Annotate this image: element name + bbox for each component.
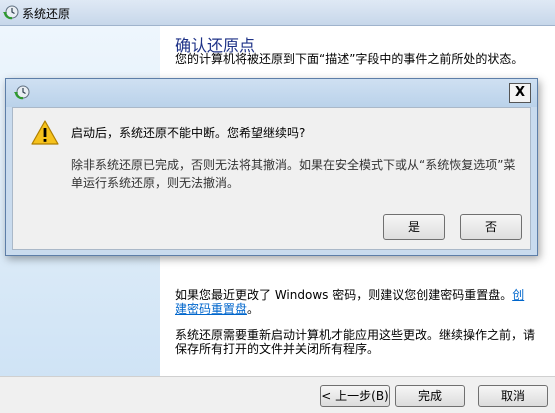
window-title: 系统还原 <box>22 7 71 21</box>
window-titlebar[interactable]: 系统还原 <box>0 0 555 26</box>
wizard-description: 您的计算机将被还原到下面“描述”字段中的事件之前所处的状态。 <box>175 52 524 66</box>
warning-icon <box>31 120 59 145</box>
confirm-dialog: X 启动后，系统还原不能中断。您希望继续吗? 除非系统还原已完成，否则无法将其撤… <box>5 78 538 256</box>
no-button[interactable]: 否 <box>460 214 522 240</box>
dialog-detail: 除非系统还原已完成，否则无法将其撤消。如果在安全模式下或从“系统恢复选项”菜单运… <box>71 158 516 190</box>
dialog-titlebar[interactable]: X <box>6 79 537 107</box>
back-button[interactable]: < 上一步(B) <box>320 385 390 407</box>
dialog-close-button[interactable]: X <box>509 83 531 103</box>
system-restore-icon <box>3 5 19 20</box>
system-restore-icon <box>14 85 30 100</box>
wizard-footer <box>0 376 555 413</box>
dialog-question: 启动后，系统还原不能中断。您希望继续吗? <box>71 126 306 140</box>
password-note-end: 。 <box>247 302 260 316</box>
cancel-button[interactable]: 取消 <box>478 385 548 407</box>
restart-note: 系统还原需要重新启动计算机才能应用这些更改。继续操作之前，请保存所有打开的文件并… <box>175 328 536 356</box>
password-reset-note: 如果您最近更改了 Windows 密码，则建议您创建密码重置盘。创建密码重置盘。 <box>175 288 535 316</box>
yes-button[interactable]: 是 <box>383 214 445 240</box>
finish-button[interactable]: 完成 <box>395 385 465 407</box>
dialog-body: 启动后，系统还原不能中断。您希望继续吗? 除非系统还原已完成，否则无法将其撤消。… <box>12 107 531 250</box>
password-note-text: 如果您最近更改了 Windows 密码，则建议您创建密码重置盘。 <box>175 288 513 302</box>
